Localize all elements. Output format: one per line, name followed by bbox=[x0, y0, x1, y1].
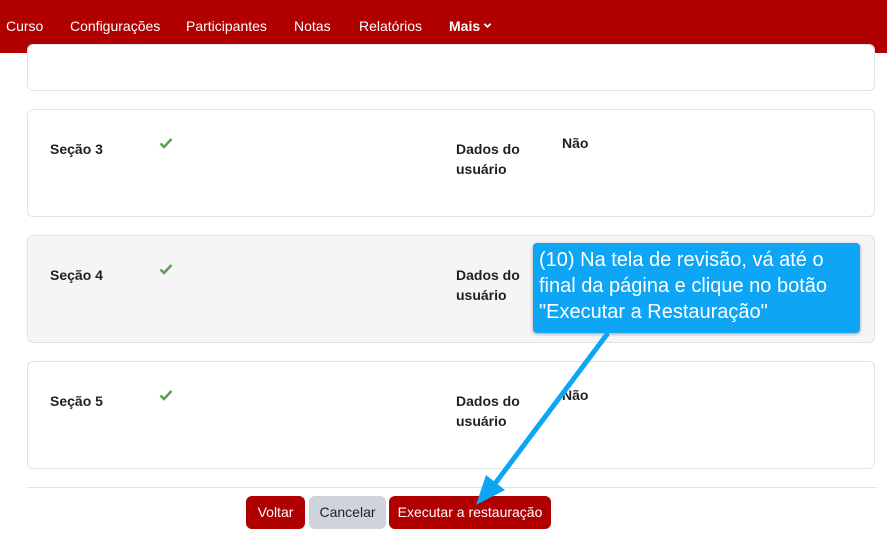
section-card-5: Seção 5 Dados do usuário Não bbox=[27, 361, 875, 469]
nav-item-label: Participantes bbox=[186, 18, 267, 34]
user-data-label: Dados do usuário bbox=[456, 393, 520, 429]
nav-item-label: Configurações bbox=[70, 18, 161, 34]
nav-item-label: Relatórios bbox=[359, 18, 423, 34]
user-data-label: Dados do usuário bbox=[456, 141, 520, 177]
back-button[interactable]: Voltar bbox=[246, 496, 305, 529]
section-card-previous bbox=[27, 44, 875, 91]
tutorial-callout: (10) Na tela de revisão, vá até o final … bbox=[533, 243, 860, 333]
user-data-value: Não bbox=[562, 135, 589, 151]
divider bbox=[27, 487, 877, 488]
check-icon bbox=[159, 390, 173, 401]
chevron-down-icon bbox=[483, 22, 492, 28]
section-card-3: Seção 3 Dados do usuário Não bbox=[27, 109, 875, 217]
nav-item-label: Curso bbox=[6, 18, 44, 34]
section-name: Seção 3 bbox=[50, 141, 103, 157]
section-name: Seção 5 bbox=[50, 393, 103, 409]
check-icon bbox=[159, 138, 173, 149]
section-name: Seção 4 bbox=[50, 267, 103, 283]
execute-restore-button[interactable]: Executar a restauração bbox=[389, 496, 551, 529]
check-icon bbox=[159, 264, 173, 275]
user-data-label: Dados do usuário bbox=[456, 267, 520, 303]
cancel-button[interactable]: Cancelar bbox=[309, 496, 386, 529]
user-data-value: Não bbox=[562, 387, 589, 403]
nav-item-label: Mais bbox=[449, 18, 481, 34]
nav-item-label: Notas bbox=[294, 18, 331, 34]
